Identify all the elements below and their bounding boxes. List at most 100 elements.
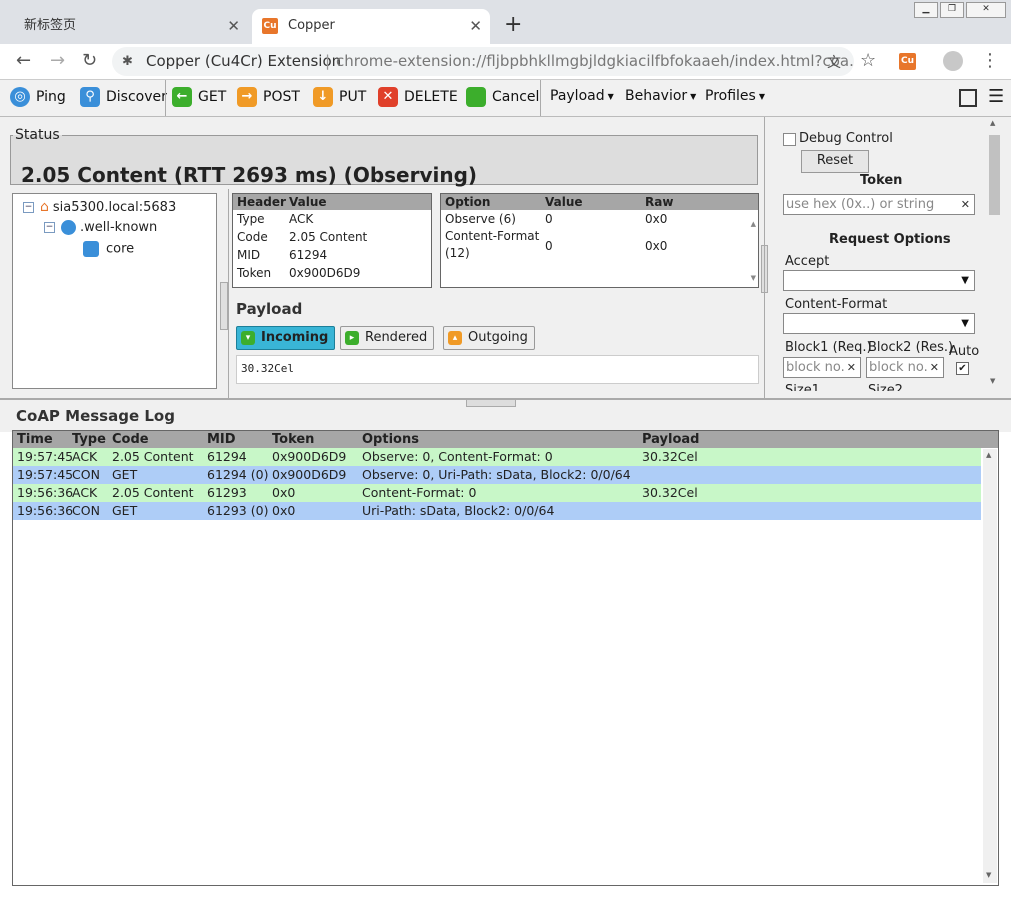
get-button[interactable]: ← GET xyxy=(172,86,226,110)
log-splitter[interactable] xyxy=(466,399,516,407)
behavior-menu[interactable]: Behavior ▼ xyxy=(625,88,696,104)
panel-divider xyxy=(228,189,229,398)
payload-title: Payload xyxy=(236,300,303,318)
profiles-menu[interactable]: Profiles ▼ xyxy=(705,88,765,104)
options-scrollbar[interactable]: ▲ ▼ xyxy=(987,119,1001,389)
scroll-down-icon[interactable]: ▼ xyxy=(986,871,991,879)
table-row: Token 0x900D6D9 xyxy=(237,266,361,280)
payload-menu[interactable]: Payload ▼ xyxy=(550,88,614,104)
rendered-tab[interactable]: ▸ Rendered xyxy=(340,326,435,350)
tree-node-root[interactable]: − ⌂ sia5300.local:5683 xyxy=(23,199,176,215)
block2-input[interactable]: block no. ✕ xyxy=(866,357,944,378)
dropdown-arrow-icon: ▼ xyxy=(758,91,765,101)
column-header: Option xyxy=(445,195,491,209)
omnibox-separator: | xyxy=(325,52,331,70)
dropdown-arrow-icon: ▼ xyxy=(961,275,969,286)
restore-icon[interactable]: ❐ xyxy=(940,2,964,18)
ping-button[interactable]: ◎ Ping xyxy=(10,86,66,110)
new-tab-button[interactable]: + xyxy=(504,12,522,37)
log-row[interactable]: 19:56:36 CON GET 61293 (0) 0x0 Uri-Path: sDat… xyxy=(13,502,981,520)
put-arrow-icon: ↓ xyxy=(313,87,333,107)
omnibox[interactable]: ✱ Copper (Cu4Cr) Extension | chrome-exte… xyxy=(112,47,854,76)
put-button[interactable]: ↓ PUT xyxy=(313,86,366,110)
profile-avatar-icon[interactable] xyxy=(943,51,963,71)
content-format-select[interactable]: ▼ xyxy=(783,313,975,334)
discover-label: Discover xyxy=(106,89,167,105)
log-scrollbar[interactable]: ▲ ▼ xyxy=(983,449,997,883)
collapse-icon[interactable]: − xyxy=(23,202,34,213)
token-input[interactable]: use hex (0x..) or string ✕ xyxy=(783,194,975,215)
clear-x-icon[interactable]: ✕ xyxy=(961,195,970,214)
status-text: 2.05 Content (RTT 2693 ms) (Observing) xyxy=(21,163,478,187)
back-arrow-icon[interactable]: ← xyxy=(16,50,31,71)
browser-tab-strip: 新标签页 ✕ Cu Copper ✕ + ▁ ❐ ✕ xyxy=(0,0,1011,44)
outgoing-tab[interactable]: ▴ Outgoing xyxy=(443,326,535,350)
header-table: Header Value Type ACK Code 2.05 Content MI… xyxy=(232,193,432,288)
delete-label: DELETE xyxy=(404,89,458,105)
scroll-down-icon[interactable]: ▼ xyxy=(990,377,995,385)
outgoing-label: Outgoing xyxy=(468,330,528,345)
log-row[interactable]: 19:56:36 ACK 2.05 Content 61293 0x0 Content-F… xyxy=(13,484,981,502)
scroll-up-icon[interactable]: ▲ xyxy=(986,451,991,459)
log-title: CoAP Message Log xyxy=(16,407,175,425)
cancel-button[interactable]: Cancel xyxy=(466,86,539,110)
table-row: Observe (6) 0 0x0 xyxy=(445,212,668,226)
forward-arrow-icon[interactable]: → xyxy=(50,50,65,71)
hamburger-menu-icon[interactable]: ☰ xyxy=(988,88,1004,106)
dropdown-arrow-icon: ▼ xyxy=(607,91,614,101)
status-panel: Status 2.05 Content (RTT 2693 ms) (Obser… xyxy=(10,127,758,187)
translate-icon[interactable]: 文 xyxy=(827,52,841,72)
toolbar-divider xyxy=(540,80,541,116)
close-tab-icon[interactable]: ✕ xyxy=(469,9,482,43)
collapse-icon[interactable]: − xyxy=(44,222,55,233)
omnibox-url: chrome-extension://fljbpbhkllmgbjldgkiac… xyxy=(336,52,854,70)
tree-splitter[interactable] xyxy=(220,282,228,330)
column-header: Value xyxy=(289,195,327,209)
column-header: MID xyxy=(207,432,236,447)
scroll-up-icon[interactable]: ▲ xyxy=(990,119,995,127)
option-table: Option Value Raw Observe (6) 0 0x0 Content… xyxy=(440,193,759,288)
tree-node-well-known[interactable]: − .well-known xyxy=(44,220,157,235)
scrollbar-thumb[interactable] xyxy=(989,135,1000,215)
get-label: GET xyxy=(198,89,227,105)
tab-copper[interactable]: Cu Copper ✕ xyxy=(252,9,490,44)
payload-content[interactable]: 30.32Cel xyxy=(236,355,759,384)
copper-extension-icon[interactable]: Cu xyxy=(899,53,916,70)
tree-node-core[interactable]: core xyxy=(83,241,134,257)
incoming-tab[interactable]: ▾ Incoming xyxy=(236,326,336,350)
clear-x-icon[interactable]: ✕ xyxy=(930,358,939,377)
accept-select[interactable]: ▼ xyxy=(783,270,975,291)
scroll-up-icon[interactable]: ▲ xyxy=(751,220,756,228)
column-header: Value xyxy=(545,195,583,209)
star-bookmark-icon[interactable]: ☆ xyxy=(860,50,876,71)
scroll-down-icon[interactable]: ▼ xyxy=(751,274,756,282)
close-window-icon[interactable]: ✕ xyxy=(966,2,1006,18)
close-tab-icon[interactable]: ✕ xyxy=(227,9,240,43)
table-row: Content-Format (12) 0 0x0 xyxy=(445,229,668,260)
delete-x-icon: ✕ xyxy=(378,87,398,107)
incoming-icon: ▾ xyxy=(241,330,255,345)
clear-x-icon[interactable]: ✕ xyxy=(847,358,856,377)
discover-button[interactable]: ⚲ Discover xyxy=(80,86,167,110)
post-button[interactable]: → POST xyxy=(237,86,300,110)
token-label: Token xyxy=(860,173,903,188)
reset-button[interactable]: Reset xyxy=(801,150,869,173)
options-panel: Debug Control Reset Token use hex (0x..)… xyxy=(764,117,1001,398)
block1-input[interactable]: block no. ✕ xyxy=(783,357,861,378)
reload-icon[interactable]: ↻ xyxy=(82,50,97,71)
status-legend: Status xyxy=(15,127,60,143)
log-row[interactable]: 19:57:45 ACK 2.05 Content 61294 0x900D6D9 Obs… xyxy=(13,448,981,466)
minimize-icon[interactable]: ▁ xyxy=(914,2,938,18)
window-toggle-icon[interactable] xyxy=(959,89,977,107)
tab-label: 新标签页 xyxy=(24,18,77,33)
log-row[interactable]: 19:57:45 CON GET 61294 (0) 0x900D6D9 Observe:… xyxy=(13,466,981,484)
menu-kebab-icon[interactable]: ⋮ xyxy=(981,50,999,71)
table-header: Header Value xyxy=(233,194,431,210)
auto-checkbox[interactable]: ✔ xyxy=(956,362,969,375)
rendered-icon: ▸ xyxy=(345,330,359,345)
debug-control-checkbox[interactable] xyxy=(783,133,796,146)
delete-button[interactable]: ✕ DELETE xyxy=(378,86,458,110)
ping-icon: ◎ xyxy=(10,87,30,107)
table-header: Option Value Raw xyxy=(441,194,758,210)
tab-new-tab[interactable]: 新标签页 ✕ xyxy=(8,9,248,44)
